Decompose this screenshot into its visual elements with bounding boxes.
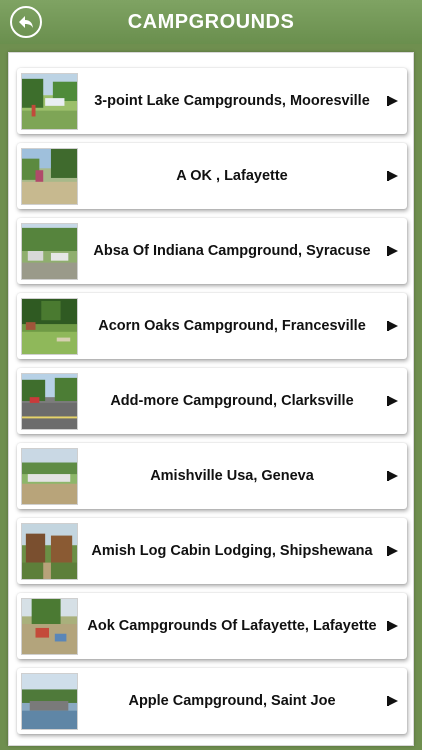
list-item[interactable]: Absa Of Indiana Campground, Syracuse xyxy=(17,218,407,284)
list-item-label: A OK , Lafayette xyxy=(176,168,288,184)
app-header: CAMPGROUNDS xyxy=(0,0,422,44)
list-item-label: Amishville Usa, Geneva xyxy=(150,468,314,484)
campground-photo xyxy=(22,224,77,279)
campground-thumbnail xyxy=(21,673,78,730)
campground-photo xyxy=(22,299,77,354)
play-arrow-icon xyxy=(387,170,399,182)
campground-photo xyxy=(22,149,77,204)
play-arrow-icon xyxy=(387,470,399,482)
play-arrow-icon xyxy=(387,95,399,107)
campground-photo xyxy=(22,674,77,729)
list-item[interactable]: A OK , Lafayette xyxy=(17,143,407,209)
list-item[interactable]: Amish Log Cabin Lodging, Shipshewana xyxy=(17,518,407,584)
list-item-label: Acorn Oaks Campground, Francesville xyxy=(98,318,366,334)
campground-thumbnail xyxy=(21,598,78,655)
campground-thumbnail xyxy=(21,523,78,580)
play-arrow-icon xyxy=(387,695,399,707)
list-item[interactable]: Amishville Usa, Geneva xyxy=(17,443,407,509)
play-arrow-icon xyxy=(387,395,399,407)
campground-thumbnail xyxy=(21,223,78,280)
campground-photo xyxy=(22,524,77,579)
list-item-label: Apple Campground, Saint Joe xyxy=(128,693,336,709)
list-panel: 3-point Lake Campgrounds, Mooresville A … xyxy=(8,52,414,746)
list-item[interactable]: Apple Campground, Saint Joe xyxy=(17,668,407,734)
list-item-label: Add-more Campground, Clarksville xyxy=(110,393,354,409)
campground-photo xyxy=(22,449,77,504)
list-item[interactable]: Add-more Campground, Clarksville xyxy=(17,368,407,434)
campground-photo xyxy=(22,599,77,654)
campground-thumbnail xyxy=(21,448,78,505)
list-item[interactable]: Aok Campgrounds Of Lafayette, Lafayette xyxy=(17,593,407,659)
list-item[interactable]: 3-point Lake Campgrounds, Mooresville xyxy=(17,68,407,134)
page-title: CAMPGROUNDS xyxy=(127,10,295,33)
list-item-label: Aok Campgrounds Of Lafayette, Lafayette xyxy=(87,618,377,634)
play-arrow-icon xyxy=(387,620,399,632)
list-item-label: Absa Of Indiana Campground, Syracuse xyxy=(93,243,371,259)
campground-thumbnail xyxy=(21,298,78,355)
campground-thumbnail xyxy=(21,148,78,205)
campground-thumbnail xyxy=(21,73,78,130)
back-arrow-icon xyxy=(19,16,33,28)
back-button[interactable] xyxy=(10,6,42,38)
play-arrow-icon xyxy=(387,545,399,557)
campground-thumbnail xyxy=(21,373,78,430)
campground-photo xyxy=(22,374,77,429)
list-item[interactable]: Acorn Oaks Campground, Francesville xyxy=(17,293,407,359)
list-item-label: 3-point Lake Campgrounds, Mooresville xyxy=(94,93,370,109)
play-arrow-icon xyxy=(387,245,399,257)
play-arrow-icon xyxy=(387,320,399,332)
list-item-label: Amish Log Cabin Lodging, Shipshewana xyxy=(91,543,373,559)
campground-photo xyxy=(22,74,77,129)
